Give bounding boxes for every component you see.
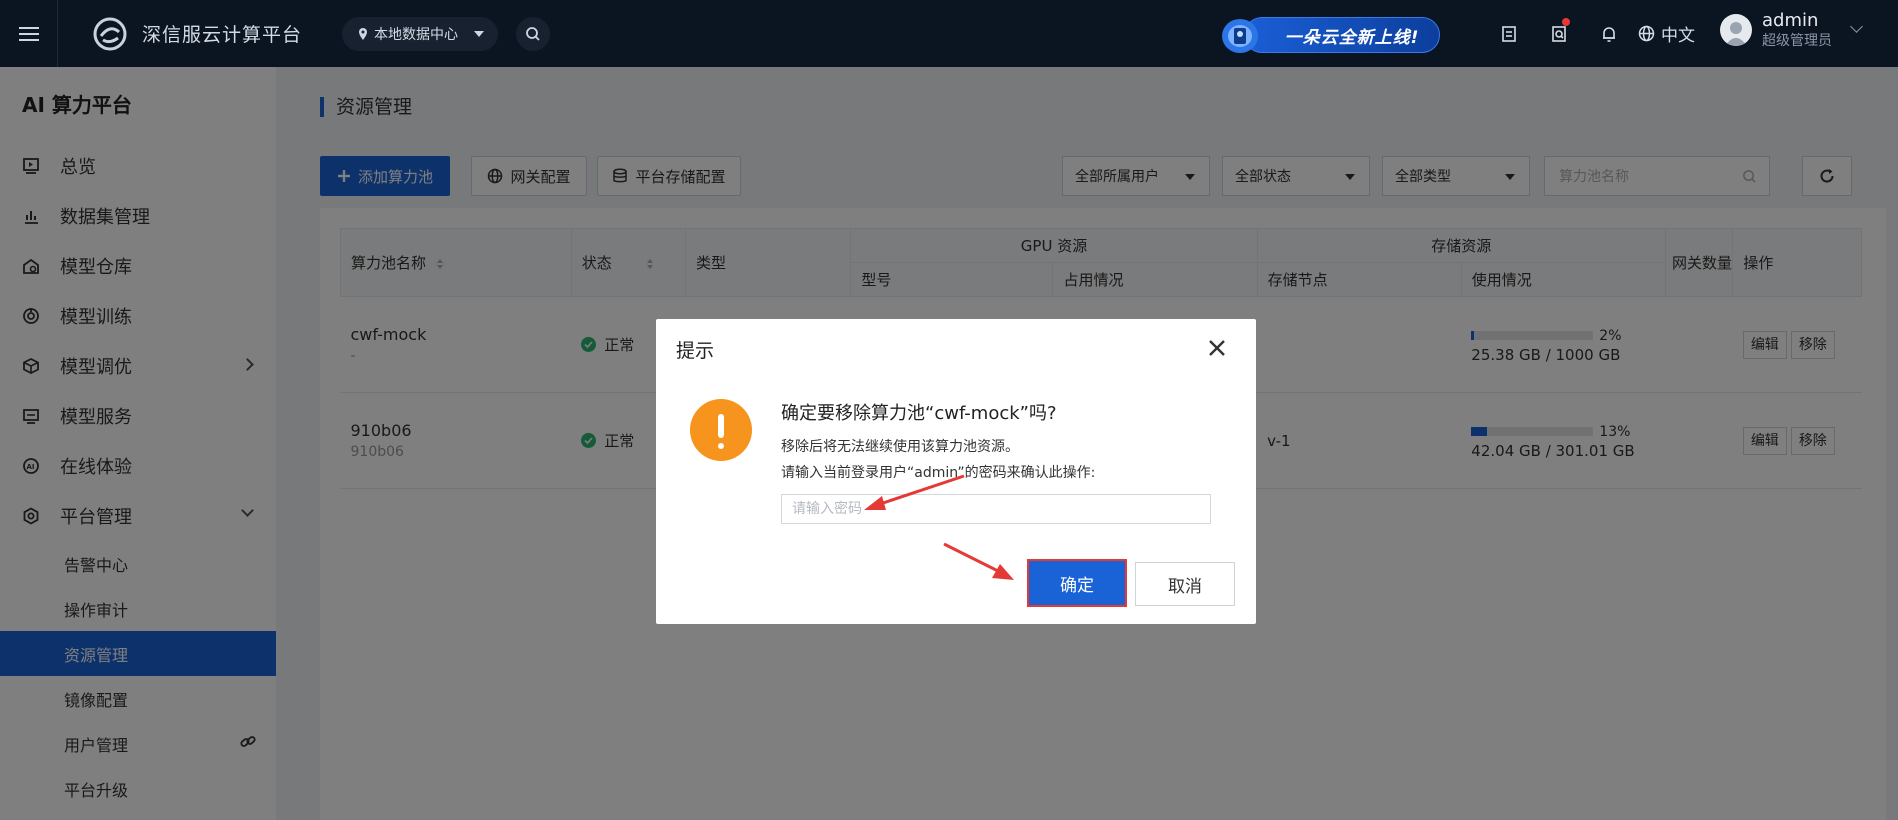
password-input[interactable] bbox=[781, 494, 1211, 524]
rocket-icon bbox=[1222, 19, 1258, 53]
user-icon bbox=[1725, 22, 1747, 46]
datacenter-label: 本地数据中心 bbox=[374, 26, 459, 43]
menu-toggle-icon[interactable] bbox=[0, 0, 58, 67]
chevron-down-icon bbox=[474, 30, 485, 37]
task-button[interactable] bbox=[1534, 0, 1584, 67]
search-icon bbox=[526, 26, 540, 41]
global-search-button[interactable] bbox=[516, 16, 551, 51]
language-switch[interactable]: 中文 bbox=[1638, 21, 1695, 46]
globe-icon bbox=[1638, 25, 1655, 42]
chevron-down-icon bbox=[1850, 19, 1863, 33]
dialog-title: 提示 bbox=[676, 340, 715, 362]
datacenter-select[interactable]: 本地数据中心 bbox=[342, 16, 499, 51]
bell-icon bbox=[1603, 26, 1615, 42]
avatar bbox=[1720, 14, 1752, 46]
top-actions: 中文 bbox=[1484, 0, 1695, 67]
document-button[interactable] bbox=[1484, 0, 1534, 67]
task-search-icon bbox=[1552, 25, 1566, 42]
top-bar: 深信服云计算平台 本地数据中心 一朵云全新上线! 中文 admin 超级管理员 bbox=[0, 0, 1898, 67]
dialog-message-1: 移除后将无法继续使用该算力池资源。 bbox=[781, 439, 1019, 455]
brand-name: 深信服云计算平台 bbox=[142, 24, 303, 46]
promo-banner-text: 一朵云全新上线! bbox=[1244, 17, 1440, 53]
confirm-button[interactable]: 确定 bbox=[1027, 559, 1127, 607]
location-pin-icon bbox=[359, 27, 368, 40]
notifications-button[interactable] bbox=[1584, 0, 1634, 67]
document-icon bbox=[1502, 25, 1516, 42]
dialog-message-2: 请输入当前登录用户“admin”的密码来确认此操作: bbox=[781, 465, 1096, 481]
user-role: 超级管理员 bbox=[1762, 33, 1832, 49]
close-icon[interactable] bbox=[1206, 337, 1228, 359]
notification-dot bbox=[1562, 18, 1570, 26]
user-name: admin bbox=[1762, 10, 1819, 31]
language-label: 中文 bbox=[1661, 26, 1695, 46]
warning-icon bbox=[690, 399, 752, 461]
cancel-button[interactable]: 取消 bbox=[1135, 562, 1235, 606]
brand-logo-icon bbox=[93, 17, 127, 50]
promo-banner[interactable]: 一朵云全新上线! bbox=[1210, 12, 1444, 56]
user-menu[interactable]: admin 超级管理员 bbox=[1720, 10, 1863, 50]
brand[interactable]: 深信服云计算平台 bbox=[92, 16, 302, 52]
confirm-remove-dialog: 提示 确定要移除算力池“cwf-mock”吗? 移除后将无法继续使用该算力池资源… bbox=[656, 319, 1256, 624]
dialog-heading: 确定要移除算力池“cwf-mock”吗? bbox=[781, 403, 1057, 424]
